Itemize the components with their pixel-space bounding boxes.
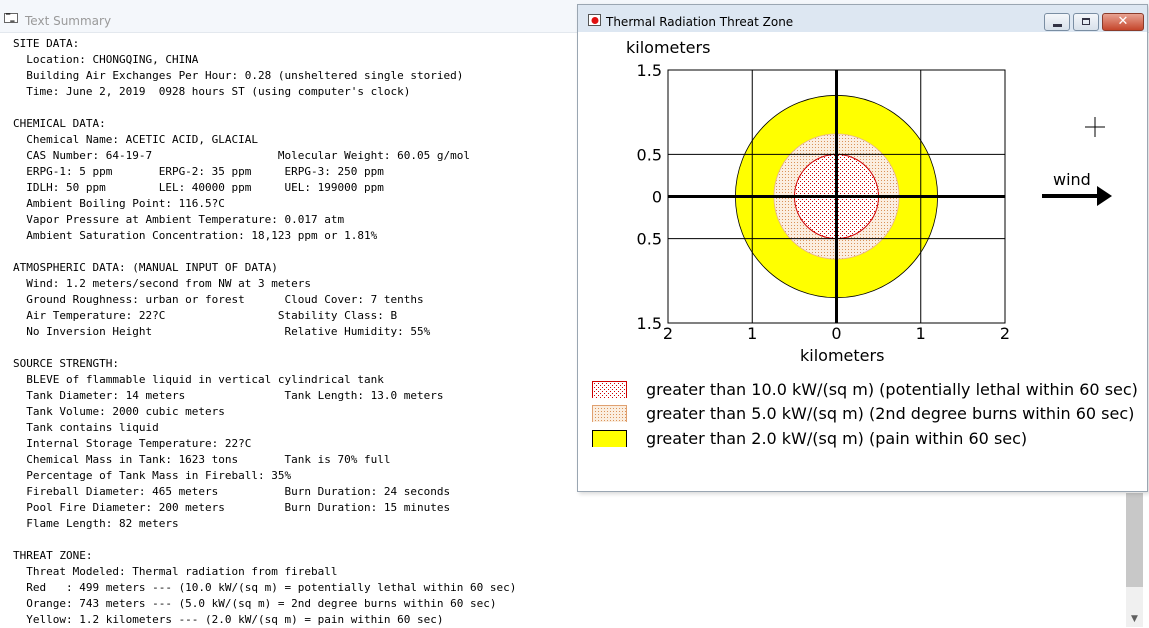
wind-arrow-icon <box>1042 186 1112 206</box>
wind-label: wind <box>1053 170 1091 189</box>
legend-label-red: greater than 10.0 kW/(sq m) (potentially… <box>646 380 1138 399</box>
summary-line: Yellow: 1.2 kilometers --- (2.0 kW/(sq m… <box>13 613 444 626</box>
minimize-button[interactable] <box>1044 13 1070 31</box>
summary-line: Location: CHONGQING, CHINA <box>13 53 199 66</box>
summary-line <box>13 532 516 548</box>
text-summary-title: Text Summary <box>25 14 112 28</box>
summary-line: Internal Storage Temperature: 22?C <box>13 437 252 450</box>
legend-swatch-red <box>592 381 627 398</box>
threat-zone-app-icon[interactable] <box>588 14 601 26</box>
threat-zone-client: kilometers kilometers 2 1 0 1 2 1.5 0.5 0 0.5 1.5… <box>584 33 1141 485</box>
summary-line: Tank Diameter: 14 meters Tank Length: 13… <box>13 389 444 402</box>
summary-line: CHEMICAL DATA: <box>13 117 106 130</box>
legend-label-yellow: greater than 2.0 kW/(sq m) (pain within … <box>646 429 1028 448</box>
maximize-button[interactable] <box>1073 13 1099 31</box>
summary-line: SITE DATA: <box>13 37 80 50</box>
summary-line: BLEVE of flammable liquid in vertical cy… <box>13 373 384 386</box>
summary-line <box>13 244 516 260</box>
summary-line: Percentage of Tank Mass in Fireball: 35% <box>13 469 292 482</box>
summary-line: Air Temperature: 22?C Stability Class: B <box>13 309 398 322</box>
y-tick-label: 0.5 <box>637 145 662 164</box>
summary-line: Red : 499 meters --- (10.0 kW/(sq m) = p… <box>13 581 517 594</box>
summary-line <box>13 340 516 356</box>
summary-line: Tank contains liquid <box>13 421 159 434</box>
summary-line: CAS Number: 64-19-7 Molecular Weight: 60… <box>13 149 470 162</box>
summary-line: Wind: 1.2 meters/second from NW at 3 met… <box>13 277 312 290</box>
summary-line: Orange: 743 meters --- (5.0 kW/(sq m) = … <box>13 597 497 610</box>
y-axis-unit-label: kilometers <box>626 38 710 57</box>
x-tick-label: 2 <box>663 324 673 343</box>
legend-swatch-yellow <box>592 430 627 447</box>
summary-line <box>13 100 516 116</box>
summary-line: Pool Fire Diameter: 200 meters Burn Dura… <box>13 501 451 514</box>
summary-line: IDLH: 50 ppm LEL: 40000 ppm UEL: 199000 … <box>13 181 384 194</box>
summary-line: Flame Length: 82 meters <box>13 517 179 530</box>
summary-line: Chemical Mass in Tank: 1623 tons Tank is… <box>13 453 391 466</box>
close-icon: ✕ <box>1117 14 1129 29</box>
close-button[interactable]: ✕ <box>1102 13 1144 31</box>
crosshair-cursor-icon <box>1085 117 1105 137</box>
x-tick-label: 1 <box>916 324 926 343</box>
threat-zone-title: Thermal Radiation Threat Zone <box>606 15 794 29</box>
x-axis-unit-label: kilometers <box>800 346 884 365</box>
summary-line: Fireball Diameter: 465 meters Burn Durat… <box>13 485 451 498</box>
summary-line: Ground Roughness: urban or forest Cloud … <box>13 293 424 306</box>
summary-line: Tank Volume: 2000 cubic meters <box>13 405 225 418</box>
summary-line: Vapor Pressure at Ambient Temperature: 0… <box>13 213 345 226</box>
scrollbar-thumb[interactable] <box>1126 493 1143 587</box>
x-tick-label: 0 <box>831 324 841 343</box>
y-tick-label: 0 <box>652 188 662 207</box>
y-tick-label: 1.5 <box>637 314 662 333</box>
minimize-icon <box>1053 24 1062 27</box>
summary-line: ERPG-1: 5 ppm ERPG-2: 35 ppm ERPG-3: 250… <box>13 165 384 178</box>
threat-zone-titlebar[interactable]: Thermal Radiation Threat Zone ✕ <box>578 5 1147 32</box>
summary-line: Time: June 2, 2019 0928 hours ST (using … <box>13 85 411 98</box>
y-tick-label: 0.5 <box>637 230 662 249</box>
y-tick-label: 1.5 <box>637 61 662 80</box>
threat-zone-window: Thermal Radiation Threat Zone ✕ kilomete… <box>577 4 1148 492</box>
legend-swatch-orange <box>592 405 627 422</box>
x-tick-label: 2 <box>1000 324 1010 343</box>
legend: greater than 10.0 kW/(sq m) (potentially… <box>584 373 1141 453</box>
summary-line: Threat Modeled: Thermal radiation from f… <box>13 565 338 578</box>
summary-line: Chemical Name: ACETIC ACID, GLACIAL <box>13 133 259 146</box>
summary-line: Ambient Saturation Concentration: 18,123… <box>13 229 378 242</box>
x-tick-label: 1 <box>747 324 757 343</box>
summary-line: THREAT ZONE: <box>13 549 93 562</box>
summary-line: Ambient Boiling Point: 116.5?C <box>13 197 225 210</box>
summary-line: Building Air Exchanges Per Hour: 0.28 (u… <box>13 69 464 82</box>
summary-line: ATMOSPHERIC DATA: (MANUAL INPUT OF DATA) <box>13 261 278 274</box>
summary-text: SITE DATA: Location: CHONGQING, CHINA Bu… <box>13 36 516 628</box>
legend-label-orange: greater than 5.0 kW/(sq m) (2nd degree b… <box>646 404 1135 423</box>
window-app-icon[interactable]: ▔▁ <box>4 13 18 23</box>
summary-line: No Inversion Height Relative Humidity: 5… <box>13 325 431 338</box>
threat-zone-plot: kilometers kilometers 2 1 0 1 21.50.500.51.5… <box>626 38 1112 365</box>
summary-line: SOURCE STRENGTH: <box>13 357 119 370</box>
scroll-down-arrow-icon[interactable]: ▼ <box>1126 612 1143 627</box>
maximize-icon <box>1082 18 1090 25</box>
